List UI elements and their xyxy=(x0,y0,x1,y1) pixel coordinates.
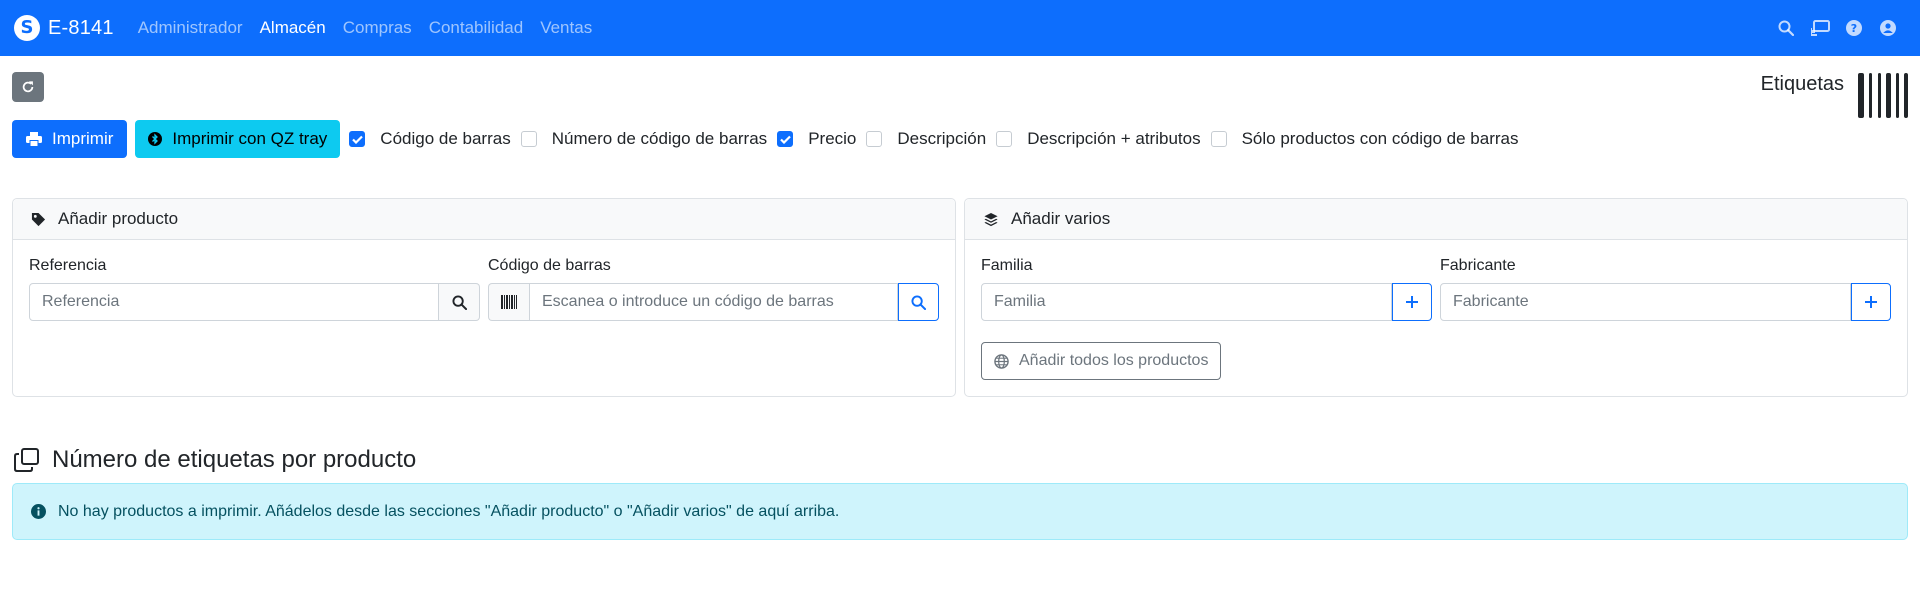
only-with-barcode-checkbox[interactable] xyxy=(1210,131,1227,147)
menu-item-almacen[interactable]: Almacén xyxy=(260,18,326,38)
page-title: Etiquetas xyxy=(1760,73,1844,95)
family-input[interactable]: Familia xyxy=(981,283,1392,321)
barcode-checkbox[interactable] xyxy=(349,131,366,147)
option-description-attributes[interactable]: Descripción + atributos xyxy=(996,129,1201,149)
labels-per-product-heading: Número de etiquetas por producto xyxy=(14,446,416,474)
user-icon[interactable] xyxy=(1878,18,1898,38)
reference-input[interactable]: Referencia xyxy=(29,283,439,321)
no-products-alert-text: No hay productos a imprimir. Añádelos de… xyxy=(58,502,840,520)
info-icon xyxy=(31,504,46,519)
copy-icon xyxy=(14,448,40,472)
search-icon xyxy=(451,294,467,310)
add-family-button[interactable] xyxy=(1392,283,1432,321)
barcode-field: Código de barras Escanea o introduce un … xyxy=(488,257,939,321)
tag-icon xyxy=(31,212,46,227)
svg-text:?: ? xyxy=(1851,22,1857,35)
refresh-button[interactable] xyxy=(12,72,44,102)
option-barcode-number[interactable]: Número de código de barras xyxy=(520,129,768,149)
barcode-input[interactable]: Escanea o introduce un código de barras xyxy=(529,283,898,321)
printer-icon xyxy=(26,131,42,147)
reference-label: Referencia xyxy=(29,257,107,274)
barcode-number-checkbox-label: Número de código de barras xyxy=(551,129,768,148)
no-products-alert: No hay productos a imprimir. Añádelos de… xyxy=(12,483,1908,540)
top-navbar: S E-8141 Administrador Almacén Compras C… xyxy=(0,0,1920,56)
barcode-checkbox-label: Código de barras xyxy=(380,129,511,148)
labels-per-product-title: Número de etiquetas por producto xyxy=(52,446,417,473)
help-icon[interactable]: ? xyxy=(1844,18,1864,38)
description-attributes-checkbox[interactable] xyxy=(996,131,1013,147)
search-icon xyxy=(911,294,926,310)
add-product-card: Añadir producto Referencia Referencia Có… xyxy=(12,198,956,397)
option-only-with-barcode[interactable]: Sólo productos con código de barras xyxy=(1210,129,1519,149)
refresh-icon xyxy=(22,81,34,93)
manufacturer-input-group: Fabricante xyxy=(1440,283,1891,321)
barcode-icon xyxy=(488,283,529,321)
manufacturer-field: Fabricante Fabricante xyxy=(1440,257,1891,321)
add-product-title: Añadir producto xyxy=(58,209,179,228)
plus-icon xyxy=(1865,296,1877,308)
layers-icon xyxy=(983,212,999,227)
price-checkbox[interactable] xyxy=(777,131,794,147)
search-icon[interactable] xyxy=(1776,18,1796,38)
barcode-icon xyxy=(1858,73,1908,118)
main-menu: Administrador Almacén Compras Contabilid… xyxy=(138,18,610,38)
barcode-input-group: Escanea o introduce un código de barras xyxy=(488,283,939,321)
add-all-products-label: Añadir todos los productos xyxy=(1019,352,1209,369)
globe-icon xyxy=(994,353,1009,369)
family-label: Familia xyxy=(981,257,1033,274)
reference-input-group: Referencia xyxy=(29,283,480,321)
navbar-icons: ? xyxy=(1762,0,1898,56)
description-attributes-checkbox-label: Descripción + atributos xyxy=(1027,129,1201,148)
manufacturer-label: Fabricante xyxy=(1440,257,1516,274)
reference-search-button[interactable] xyxy=(439,283,480,321)
barcode-search-button[interactable] xyxy=(898,283,939,321)
menu-item-compras[interactable]: Compras xyxy=(343,18,412,38)
option-price[interactable]: Precio xyxy=(777,129,856,149)
barcode-number-checkbox[interactable] xyxy=(520,131,537,147)
only-with-barcode-checkbox-label: Sólo productos con código de barras xyxy=(1241,129,1519,148)
family-input-group: Familia xyxy=(981,283,1432,321)
add-multiple-header: Añadir varios xyxy=(965,199,1907,240)
add-all-products-button[interactable]: Añadir todos los productos xyxy=(981,342,1222,380)
option-description[interactable]: Descripción xyxy=(866,129,986,149)
brand[interactable]: S E-8141 xyxy=(14,15,114,41)
print-options-row: Imprimir Imprimir con QZ tray Código de … xyxy=(12,120,1518,158)
menu-item-ventas[interactable]: Ventas xyxy=(540,18,592,38)
price-checkbox-label: Precio xyxy=(808,129,857,148)
checkmark-icon xyxy=(352,135,363,144)
add-manufacturer-button[interactable] xyxy=(1851,283,1891,321)
add-multiple-title: Añadir varios xyxy=(1011,209,1111,228)
manufacturer-input[interactable]: Fabricante xyxy=(1440,283,1851,321)
print-qz-tray-button[interactable]: Imprimir con QZ tray xyxy=(135,120,341,158)
menu-item-administrador[interactable]: Administrador xyxy=(138,18,243,38)
print-qz-tray-label: Imprimir con QZ tray xyxy=(172,129,328,148)
bluetooth-icon xyxy=(148,131,163,147)
reference-field: Referencia Referencia xyxy=(29,257,480,321)
option-barcode[interactable]: Código de barras xyxy=(349,129,511,149)
brand-name[interactable]: E-8141 xyxy=(48,17,114,40)
print-button-label: Imprimir xyxy=(52,129,114,148)
screen-cast-icon[interactable] xyxy=(1810,18,1830,38)
description-checkbox-label: Descripción xyxy=(897,129,987,148)
brand-logo-icon: S xyxy=(14,15,40,41)
menu-item-contabilidad[interactable]: Contabilidad xyxy=(429,18,524,38)
add-product-header: Añadir producto xyxy=(13,199,955,240)
print-button[interactable]: Imprimir xyxy=(12,120,128,158)
checkmark-icon xyxy=(779,135,791,144)
brand-logo-glyph: S xyxy=(20,17,34,38)
barcode-label: Código de barras xyxy=(488,257,611,274)
description-checkbox[interactable] xyxy=(866,131,883,147)
add-multiple-card: Añadir varios Familia Familia Fabricante… xyxy=(964,198,1908,397)
family-field: Familia Familia xyxy=(981,257,1432,321)
plus-icon xyxy=(1406,296,1418,308)
